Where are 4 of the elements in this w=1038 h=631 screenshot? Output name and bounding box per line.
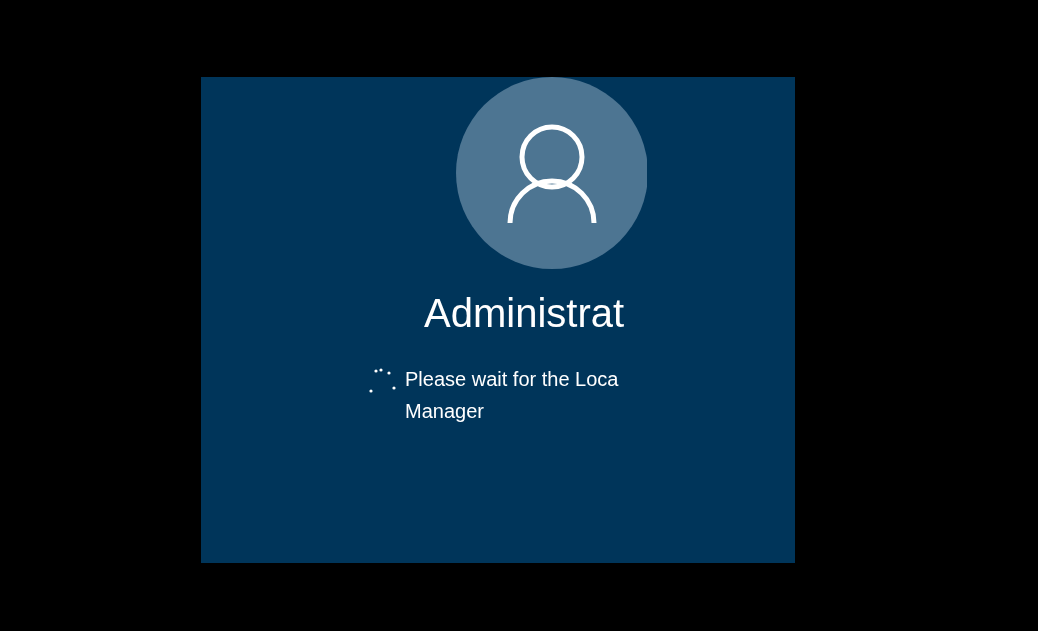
status-message: Please wait for the Loca Manager bbox=[405, 367, 619, 424]
spinner-icon bbox=[369, 367, 397, 393]
user-name: Administrat bbox=[424, 290, 626, 337]
user-avatar-icon bbox=[456, 77, 647, 269]
